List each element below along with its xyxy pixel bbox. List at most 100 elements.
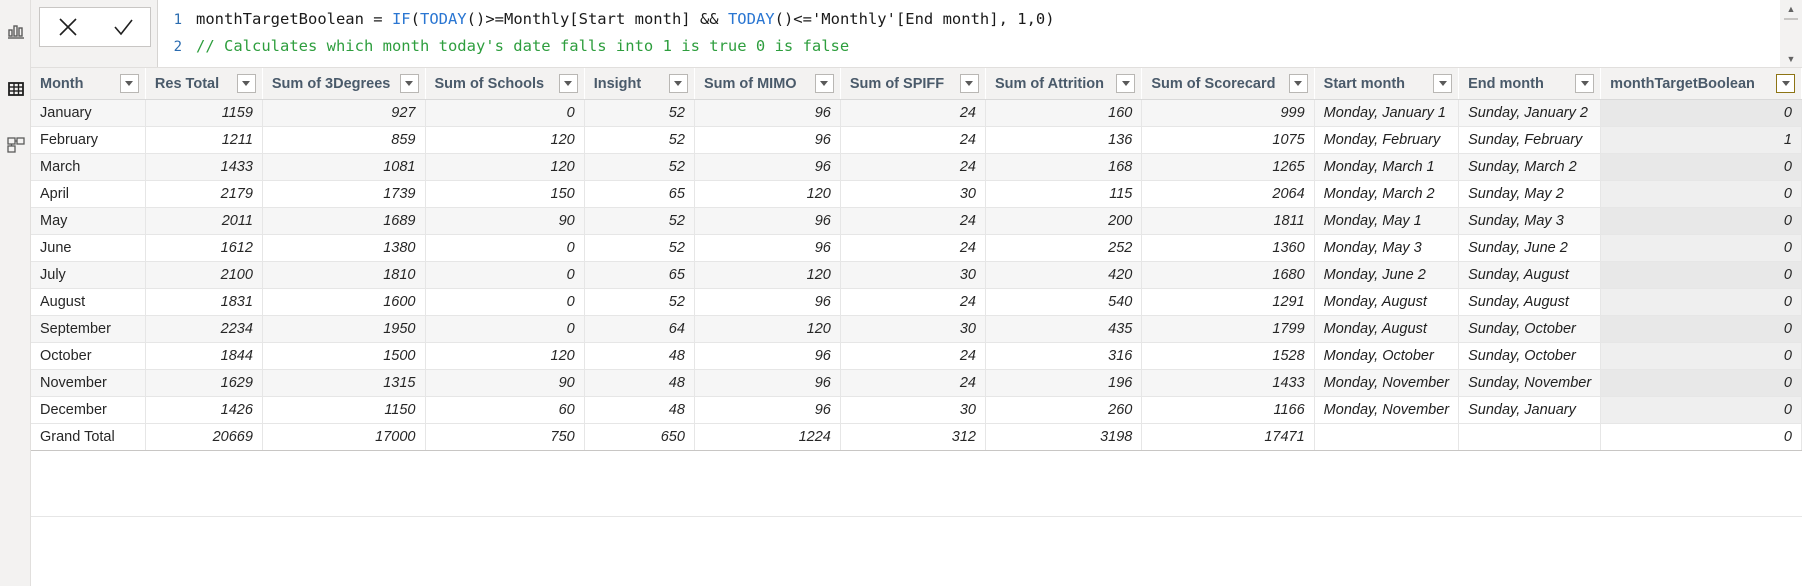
cell-month[interactable]: Grand Total: [31, 423, 146, 451]
cell-res_total[interactable]: 1211: [145, 126, 263, 154]
cell-attrition[interactable]: 252: [985, 234, 1143, 262]
column-header-insight[interactable]: Insight: [584, 68, 695, 100]
cell-res_total[interactable]: 20669: [145, 423, 263, 451]
cell-attrition[interactable]: 420: [985, 261, 1143, 289]
cell-res_total[interactable]: 2100: [145, 261, 263, 289]
cell-end[interactable]: Sunday, October: [1458, 315, 1602, 343]
cell-boolean[interactable]: 0: [1600, 288, 1802, 316]
cell-end[interactable]: Sunday, January: [1458, 396, 1602, 424]
cell-mimo[interactable]: 96: [694, 207, 841, 235]
cell-month[interactable]: February: [31, 126, 146, 154]
cell-insight[interactable]: 650: [584, 423, 695, 451]
cell-insight[interactable]: 52: [584, 207, 695, 235]
cell-res_total[interactable]: 2234: [145, 315, 263, 343]
table-row[interactable]: July 2100 1810 0 65 120 30 420 1680 Monday, June …: [31, 261, 1802, 289]
cell-attrition[interactable]: 196: [985, 369, 1143, 397]
cell-insight[interactable]: 52: [584, 99, 695, 127]
cell-scorecard[interactable]: 1680: [1141, 261, 1315, 289]
cell-end[interactable]: Sunday, August: [1458, 288, 1602, 316]
column-filter-dropdown-degrees3[interactable]: [399, 74, 419, 93]
cell-insight[interactable]: 48: [584, 342, 695, 370]
cell-end[interactable]: Sunday, February: [1458, 126, 1602, 154]
scrollbar-thumb[interactable]: [1784, 18, 1798, 20]
cell-month[interactable]: November: [31, 369, 146, 397]
table-row[interactable]: October 1844 1500 120 48 96 24 316 1528 Monday, O…: [31, 342, 1802, 370]
cell-degrees3[interactable]: 927: [262, 99, 426, 127]
cell-degrees3[interactable]: 1950: [262, 315, 426, 343]
cell-mimo[interactable]: 1224: [694, 423, 841, 451]
cell-boolean[interactable]: 0: [1600, 153, 1802, 181]
cell-degrees3[interactable]: 1600: [262, 288, 426, 316]
cell-degrees3[interactable]: 1315: [262, 369, 426, 397]
cell-res_total[interactable]: 1844: [145, 342, 263, 370]
cell-attrition[interactable]: 160: [985, 99, 1143, 127]
cell-spiff[interactable]: 30: [840, 315, 986, 343]
cell-attrition[interactable]: 168: [985, 153, 1143, 181]
cell-schools[interactable]: 0: [425, 288, 585, 316]
table-row[interactable]: December 1426 1150 60 48 96 30 260 1166 Monday, N…: [31, 396, 1802, 424]
cell-schools[interactable]: 90: [425, 369, 585, 397]
cell-end[interactable]: Sunday, August: [1458, 261, 1602, 289]
cell-start[interactable]: Monday, March 1: [1314, 153, 1460, 181]
cell-degrees3[interactable]: 1380: [262, 234, 426, 262]
cell-attrition[interactable]: 200: [985, 207, 1143, 235]
cell-insight[interactable]: 65: [584, 180, 695, 208]
column-header-spiff[interactable]: Sum of SPIFF: [840, 68, 986, 100]
cell-scorecard[interactable]: 17471: [1141, 423, 1315, 451]
cell-spiff[interactable]: 24: [840, 369, 986, 397]
cell-mimo[interactable]: 96: [694, 396, 841, 424]
formula-editor-scrollbar[interactable]: ▲ ▼: [1780, 0, 1802, 67]
column-header-degrees3[interactable]: Sum of 3Degrees: [262, 68, 426, 100]
scroll-up-icon[interactable]: ▲: [1780, 1, 1802, 16]
cell-mimo[interactable]: 96: [694, 288, 841, 316]
cell-res_total[interactable]: 1159: [145, 99, 263, 127]
cell-insight[interactable]: 52: [584, 234, 695, 262]
cell-degrees3[interactable]: 1689: [262, 207, 426, 235]
cell-attrition[interactable]: 540: [985, 288, 1143, 316]
table-row[interactable]: January 1159 927 0 52 96 24 160 999 Monday, Janua…: [31, 99, 1802, 127]
cell-end[interactable]: Sunday, March 2: [1458, 153, 1602, 181]
cell-res_total[interactable]: 2179: [145, 180, 263, 208]
cell-boolean[interactable]: 0: [1600, 315, 1802, 343]
cell-schools[interactable]: 0: [425, 99, 585, 127]
column-header-schools[interactable]: Sum of Schools: [425, 68, 585, 100]
cancel-formula-button[interactable]: [40, 8, 95, 46]
cell-degrees3[interactable]: 1739: [262, 180, 426, 208]
cell-boolean[interactable]: 0: [1600, 180, 1802, 208]
cell-mimo[interactable]: 96: [694, 234, 841, 262]
scroll-down-icon[interactable]: ▼: [1780, 51, 1802, 66]
cell-start[interactable]: Monday, May 3: [1314, 234, 1460, 262]
cell-mimo[interactable]: 96: [694, 153, 841, 181]
column-filter-dropdown-boolean[interactable]: [1776, 74, 1795, 93]
column-header-start[interactable]: Start month: [1314, 68, 1460, 100]
cell-start[interactable]: Monday, February: [1314, 126, 1460, 154]
cell-end[interactable]: Sunday, May 2: [1458, 180, 1602, 208]
cell-schools[interactable]: 0: [425, 261, 585, 289]
cell-month[interactable]: October: [31, 342, 146, 370]
cell-schools[interactable]: 90: [425, 207, 585, 235]
column-filter-dropdown-schools[interactable]: [558, 74, 578, 93]
cell-insight[interactable]: 48: [584, 396, 695, 424]
cell-boolean[interactable]: 0: [1600, 99, 1802, 127]
cell-scorecard[interactable]: 1265: [1141, 153, 1315, 181]
cell-spiff[interactable]: 24: [840, 99, 986, 127]
cell-mimo[interactable]: 96: [694, 126, 841, 154]
cell-scorecard[interactable]: 2064: [1141, 180, 1315, 208]
cell-scorecard[interactable]: 999: [1141, 99, 1315, 127]
table-row[interactable]: June 1612 1380 0 52 96 24 252 1360 Monday, May 3S…: [31, 234, 1802, 262]
cell-boolean[interactable]: 1: [1600, 126, 1802, 154]
grand-total-row[interactable]: Grand Total 20669 17000 750 650 1224 312 3198 17…: [31, 423, 1802, 451]
cell-spiff[interactable]: 24: [840, 234, 986, 262]
cell-scorecard[interactable]: 1291: [1141, 288, 1315, 316]
cell-schools[interactable]: 750: [425, 423, 585, 451]
cell-month[interactable]: December: [31, 396, 146, 424]
cell-insight[interactable]: 48: [584, 369, 695, 397]
data-view-icon[interactable]: [5, 78, 27, 100]
cell-schools[interactable]: 120: [425, 342, 585, 370]
cell-mimo[interactable]: 120: [694, 180, 841, 208]
table-row[interactable]: September 2234 1950 0 64 120 30 435 1799 Monday, …: [31, 315, 1802, 343]
column-header-scorecard[interactable]: Sum of Scorecard: [1141, 68, 1315, 100]
cell-mimo[interactable]: 96: [694, 369, 841, 397]
column-filter-dropdown-res_total[interactable]: [236, 74, 256, 93]
column-filter-dropdown-month[interactable]: [119, 74, 139, 93]
